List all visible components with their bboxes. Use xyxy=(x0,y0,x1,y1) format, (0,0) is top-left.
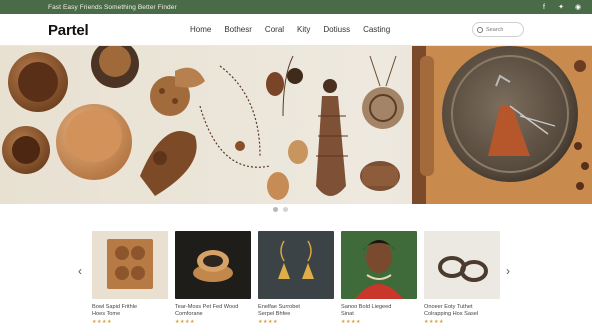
product-subtitle: Sinat xyxy=(341,311,354,317)
product-image[interactable] xyxy=(92,231,168,299)
star-rating: ★★★★ xyxy=(175,319,195,325)
product-card[interactable]: Enelfae Surrobet Serpel Bhfee ★★★★ xyxy=(258,231,334,325)
product-subtitle: Serpel Bhfee xyxy=(258,311,291,317)
product-subtitle: Colrapping Hos Sasel xyxy=(424,311,479,317)
product-image[interactable] xyxy=(258,231,334,299)
star-rating: ★★★★ xyxy=(341,319,361,325)
product-image[interactable] xyxy=(424,231,500,299)
product-card[interactable]: Bowl Sapid Frithle Hoes Tome ★★★★ xyxy=(92,231,168,325)
site-logo[interactable]: Partel xyxy=(48,22,89,39)
nav-item-6[interactable]: Casting xyxy=(363,25,390,34)
product-title[interactable]: Bowl Sapid Frithle xyxy=(92,304,168,311)
main-nav: Home Bothesr Coral Kity Dotiuss Casting xyxy=(190,25,390,34)
product-image[interactable] xyxy=(175,231,251,299)
hero-image xyxy=(0,46,592,204)
site-header: Partel Home Bothesr Coral Kity Dotiuss C… xyxy=(0,14,592,46)
carousel-prev-arrow-icon[interactable]: ‹ xyxy=(78,264,82,278)
product-title[interactable]: Onoeer Eoty Tuthet xyxy=(424,304,500,311)
product-card[interactable]: Tear-Moss Pet Fed Wood Comforane ★★★★ xyxy=(175,231,251,325)
product-subtitle: Hoes Tome xyxy=(92,311,121,317)
search-box[interactable]: Search xyxy=(472,22,524,37)
product-subtitle: Comforane xyxy=(175,311,203,317)
carousel-next-arrow-icon[interactable]: › xyxy=(506,264,510,278)
top-announcement-bar: Fast Easy Friends Something Better Finde… xyxy=(0,0,592,14)
slide-dot-2[interactable] xyxy=(283,207,288,212)
hero-slide-dots xyxy=(273,207,288,212)
announcement-text: Fast Easy Friends Something Better Finde… xyxy=(48,3,177,11)
twitter-icon[interactable]: ✦ xyxy=(557,4,565,11)
star-rating: ★★★★ xyxy=(424,319,444,325)
slide-dot-1[interactable] xyxy=(273,207,278,212)
nav-item-3[interactable]: Coral xyxy=(265,25,284,34)
nav-item-5[interactable]: Dotiuss xyxy=(323,25,350,34)
product-card[interactable]: Sanoo Bold Liegeed Sinat ★★★★ xyxy=(341,231,417,325)
nav-item-home[interactable]: Home xyxy=(190,25,211,34)
star-rating: ★★★★ xyxy=(258,319,278,325)
product-image[interactable] xyxy=(341,231,417,299)
product-title[interactable]: Sanoo Bold Liegeed xyxy=(341,304,417,311)
star-rating: ★★★★ xyxy=(92,319,112,325)
nav-item-2[interactable]: Bothesr xyxy=(224,25,252,34)
facebook-icon[interactable]: f xyxy=(540,4,548,11)
product-title[interactable]: Tear-Moss Pet Fed Wood xyxy=(175,304,251,311)
nav-item-4[interactable]: Kity xyxy=(297,25,310,34)
hero-banner[interactable] xyxy=(0,46,592,204)
product-carousel: ‹ › Bowl Sapid Frithle Hoes Tome ★★★★ Te… xyxy=(0,228,592,336)
social-links: f ✦ ◉ xyxy=(540,4,582,11)
pinterest-icon[interactable]: ◉ xyxy=(574,4,582,11)
search-icon xyxy=(477,26,483,33)
product-card[interactable]: Onoeer Eoty Tuthet Colrapping Hos Sasel … xyxy=(424,231,500,325)
search-placeholder: Search xyxy=(486,26,504,33)
product-title[interactable]: Enelfae Surrobet xyxy=(258,304,334,311)
